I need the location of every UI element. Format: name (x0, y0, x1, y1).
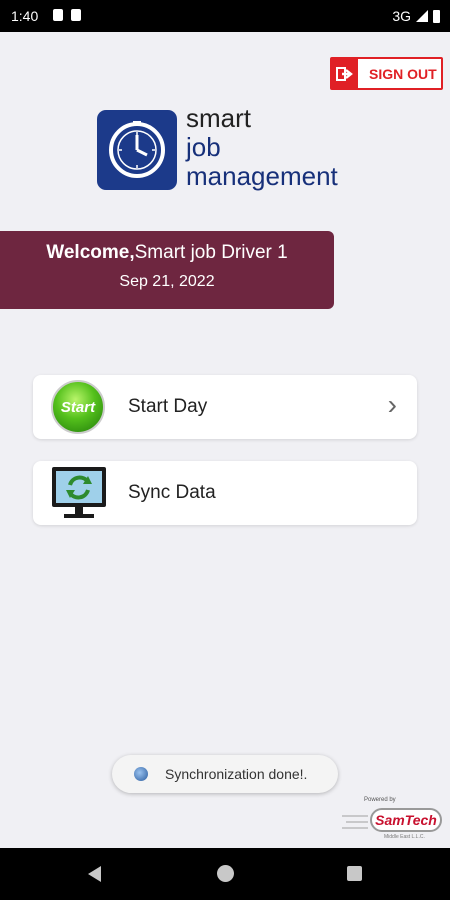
clock-icon (109, 121, 165, 178)
brand-sub: Middle East L.L.C. (384, 834, 425, 840)
brand-logo: SamTech (370, 808, 442, 832)
start-button-icon: Start (51, 380, 105, 434)
logo-line-3: management (186, 161, 338, 191)
back-icon[interactable] (88, 866, 101, 882)
status-bar: 1:40 3G (0, 0, 450, 32)
toast-text: Synchronization done!. (165, 766, 308, 782)
sign-out-button[interactable]: SIGN OUT (330, 57, 443, 90)
sign-out-label: SIGN OUT (369, 65, 437, 82)
speed-lines-icon (342, 815, 368, 829)
signal-icon (416, 10, 428, 22)
storage-icon (71, 9, 81, 21)
chevron-right-icon: › (387, 389, 397, 420)
brand-powered: Powered by (364, 797, 396, 803)
network-type: 3G (392, 8, 411, 24)
navigation-bar (0, 848, 450, 900)
welcome-date: Sep 21, 2022 (119, 273, 215, 290)
sync-data-button[interactable]: Sync Data (33, 461, 417, 525)
sync-toast: Synchronization done!. (112, 755, 338, 793)
app-logo (97, 110, 177, 190)
main-screen: SIGN OUT smart job management Welcome,Sm… (0, 32, 450, 848)
app-globe-icon (134, 767, 148, 781)
app-logo-text: smart job management (186, 104, 338, 191)
status-time: 1:40 (11, 8, 39, 24)
recents-icon[interactable] (347, 866, 362, 881)
sim-icon (53, 9, 63, 21)
driver-name: Smart job Driver 1 (134, 242, 288, 263)
sync-monitor-icon (52, 467, 106, 518)
sync-data-label: Sync Data (128, 482, 216, 503)
start-day-label: Start Day (128, 396, 208, 417)
battery-icon (433, 9, 440, 23)
welcome-banner: Welcome,Smart job Driver 1 Sep 21, 2022 (0, 231, 334, 309)
welcome-prefix: Welcome, (46, 242, 135, 263)
welcome-line: Welcome,Smart job Driver 1 (0, 241, 334, 265)
status-notification-icons (53, 9, 81, 21)
start-icon-label: Start (60, 398, 96, 416)
home-icon[interactable] (217, 865, 234, 882)
logo-line-2: job (186, 132, 221, 162)
sign-out-icon (332, 59, 358, 88)
samtech-brand: Powered by SamTech Middle East L.L.C. (340, 794, 446, 844)
status-right: 3G (392, 8, 440, 24)
start-day-button[interactable]: Start Start Day › (33, 375, 417, 439)
logo-line-1: smart (186, 103, 251, 133)
